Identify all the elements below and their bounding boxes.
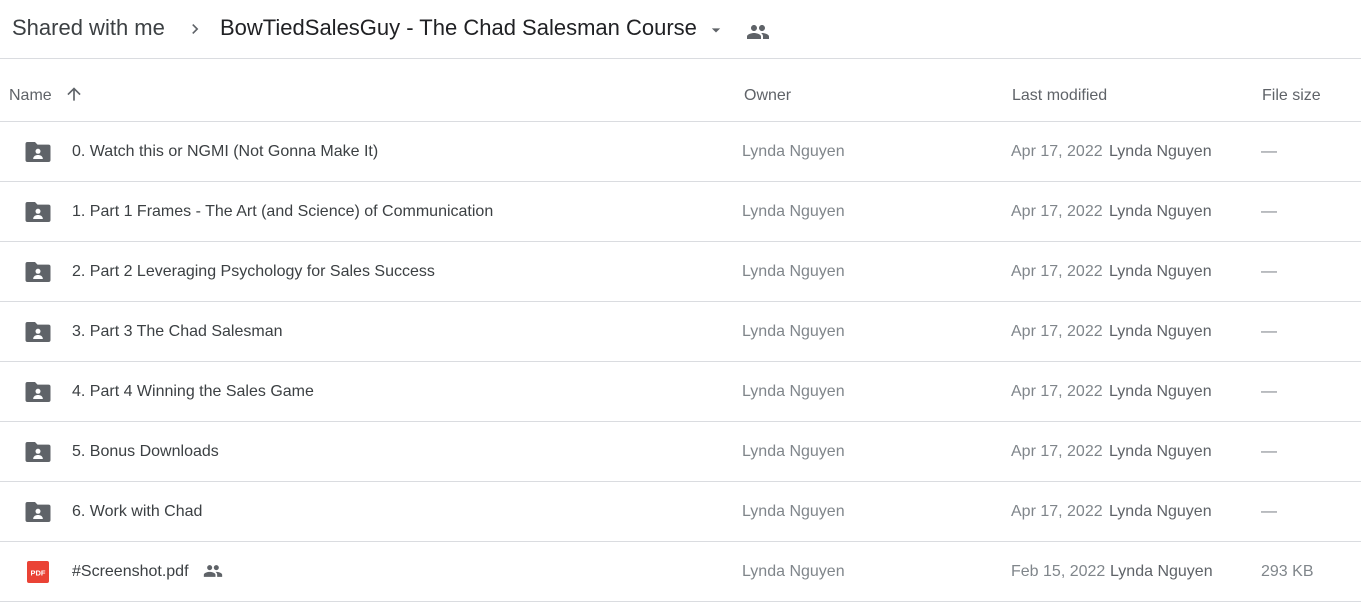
file-owner: Lynda Nguyen [742,143,845,160]
shared-folder-icon [25,142,51,162]
column-header-file-size[interactable]: File size [1262,87,1321,105]
column-header-name[interactable]: Name [9,87,52,105]
column-header-row: Name Owner Last modified File size [0,59,1361,122]
file-size: — [1261,203,1277,220]
file-list: 0. Watch this or NGMI (Not Gonna Make It… [0,122,1361,602]
file-name[interactable]: 0. Watch this or NGMI (Not Gonna Make It… [72,143,378,161]
file-row[interactable]: 2. Part 2 Leveraging Psychology for Sale… [0,242,1361,302]
shared-folder-icon [25,202,51,222]
file-owner: Lynda Nguyen [742,383,845,400]
file-owner: Lynda Nguyen [742,203,845,220]
file-row[interactable]: 3. Part 3 The Chad Salesman Lynda Nguyen… [0,302,1361,362]
file-modified-date: Apr 17, 2022 [1011,143,1103,160]
file-modified-by: Lynda Nguyen [1109,263,1212,280]
file-modified-by: Lynda Nguyen [1109,203,1212,220]
chevron-right-icon [192,24,199,34]
file-size: — [1261,443,1277,460]
shared-folder-icon [25,382,51,402]
file-row[interactable]: PDF #Screenshot.pdf Lynda Nguyen Feb 15,… [0,542,1361,602]
file-name[interactable]: 4. Part 4 Winning the Sales Game [72,383,314,401]
file-modified-by: Lynda Nguyen [1109,143,1212,160]
file-row[interactable]: 5. Bonus Downloads Lynda Nguyen Apr 17, … [0,422,1361,482]
file-modified-by: Lynda Nguyen [1109,383,1212,400]
file-owner: Lynda Nguyen [742,263,845,280]
column-header-last-modified[interactable]: Last modified [1012,87,1107,105]
file-name[interactable]: 5. Bonus Downloads [72,443,219,461]
breadcrumb: Shared with me BowTiedSalesGuy - The Cha… [0,0,1361,59]
file-owner: Lynda Nguyen [742,443,845,460]
svg-text:PDF: PDF [31,569,46,578]
file-owner: Lynda Nguyen [742,503,845,520]
shared-folder-icon [25,262,51,282]
file-row[interactable]: 4. Part 4 Winning the Sales Game Lynda N… [0,362,1361,422]
arrow-upward-icon[interactable] [64,84,84,104]
file-modified-by: Lynda Nguyen [1109,323,1212,340]
file-modified-date: Apr 17, 2022 [1011,383,1103,400]
file-size: — [1261,263,1277,280]
file-size: — [1261,503,1277,520]
file-row[interactable]: 1. Part 1 Frames - The Art (and Science)… [0,182,1361,242]
file-name[interactable]: 3. Part 3 The Chad Salesman [72,323,283,341]
file-name[interactable]: #Screenshot.pdf [72,563,189,581]
file-name[interactable]: 6. Work with Chad [72,503,202,521]
file-name[interactable]: 1. Part 1 Frames - The Art (and Science)… [72,203,493,221]
people-icon [203,565,223,577]
pdf-icon: PDF [27,561,49,583]
file-modified-date: Feb 15, 2022 [1011,563,1106,580]
shared-folder-icon [25,442,51,462]
file-row[interactable]: 0. Watch this or NGMI (Not Gonna Make It… [0,122,1361,182]
breadcrumb-shared-with-me[interactable]: Shared with me [12,15,165,41]
file-modified-date: Apr 17, 2022 [1011,443,1103,460]
file-modified-date: Apr 17, 2022 [1011,323,1103,340]
file-modified-by: Lynda Nguyen [1110,563,1213,580]
file-row[interactable]: 6. Work with Chad Lynda Nguyen Apr 17, 2… [0,482,1361,542]
file-size: — [1261,323,1277,340]
file-owner: Lynda Nguyen [742,563,845,580]
file-owner: Lynda Nguyen [742,323,845,340]
file-size: — [1261,143,1277,160]
breadcrumb-current-folder[interactable]: BowTiedSalesGuy - The Chad Salesman Cour… [220,15,697,41]
file-size: 293 KB [1261,563,1314,580]
column-header-owner[interactable]: Owner [744,87,791,105]
shared-folder-icon [25,322,51,342]
file-size: — [1261,383,1277,400]
file-modified-date: Apr 17, 2022 [1011,263,1103,280]
people-icon[interactable] [746,20,770,44]
arrow-drop-down-icon[interactable] [706,20,726,40]
file-modified-date: Apr 17, 2022 [1011,503,1103,520]
shared-folder-icon [25,502,51,522]
file-modified-date: Apr 17, 2022 [1011,203,1103,220]
file-name[interactable]: 2. Part 2 Leveraging Psychology for Sale… [72,263,435,281]
file-modified-by: Lynda Nguyen [1109,443,1212,460]
file-modified-by: Lynda Nguyen [1109,503,1212,520]
